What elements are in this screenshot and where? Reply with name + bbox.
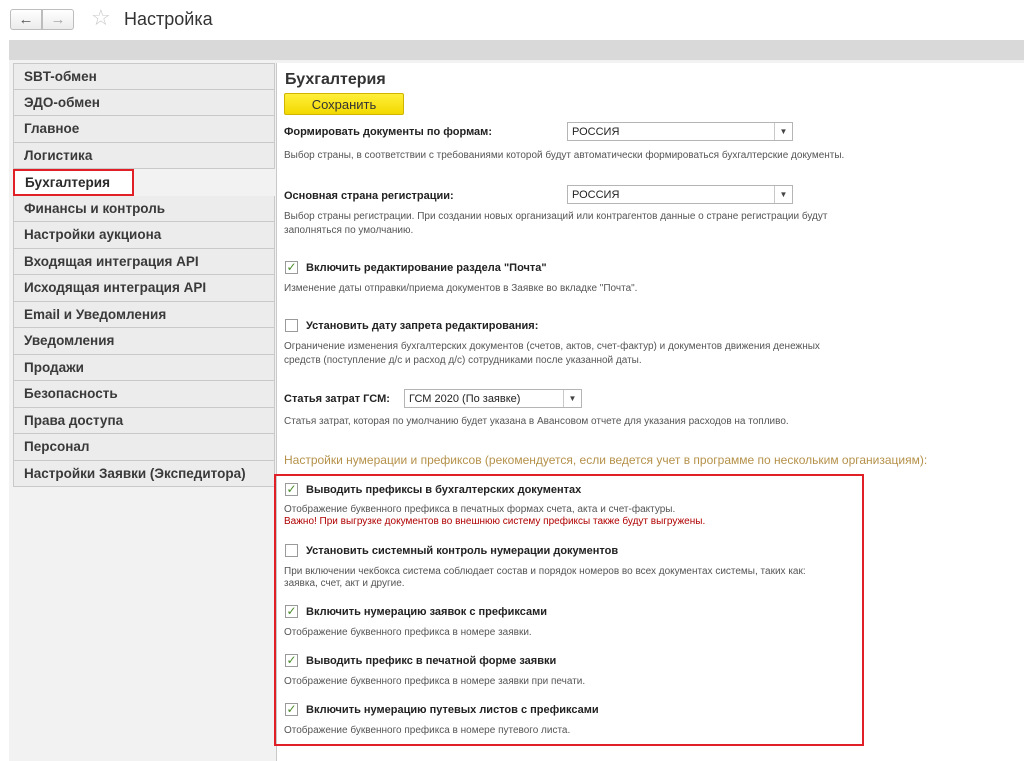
fuel-cost-hint: Статья затрат, которая по умолчанию буде… — [284, 416, 789, 427]
sys-control-label: Установить системный контроль нумерации … — [306, 545, 619, 557]
prefix-docs-label: Выводить префиксы в бухгалтерских докуме… — [306, 484, 582, 496]
dropdown-arrow-icon[interactable]: ▼ — [563, 390, 581, 407]
sidebar-item-main[interactable]: Главное — [13, 116, 275, 143]
reg-country-value: РОССИЯ — [572, 188, 620, 201]
sidebar-item-personnel[interactable]: Персонал — [13, 434, 275, 461]
sidebar-item-edo-exchange[interactable]: ЭДО-обмен — [13, 89, 275, 116]
sidebar-item-access-rights[interactable]: Права доступа — [13, 407, 275, 434]
sidebar-item-request-settings[interactable]: Настройки Заявки (Экспедитора) — [13, 460, 275, 487]
request-prefix-label: Включить нумерацию заявок с префиксами — [306, 606, 548, 618]
print-prefix-label: Выводить префикс в печатной форме заявки — [306, 655, 557, 667]
sidebar-item-logistics[interactable]: Логистика — [13, 142, 275, 169]
checkmark-icon: ✓ — [286, 653, 297, 667]
sidebar-item-security[interactable]: Безопасность — [13, 381, 275, 408]
sidebar-item-notifications[interactable]: Уведомления — [13, 328, 275, 355]
print-prefix-hint: Отображение буквенного префикса в номере… — [284, 676, 586, 687]
sidebar-item-auction-settings[interactable]: Настройки аукциона — [13, 222, 275, 249]
page-title: Бухгалтерия — [285, 71, 386, 88]
reg-country-select[interactable]: РОССИЯ ▼ — [567, 185, 793, 204]
sidebar-item-sales[interactable]: Продажи — [13, 354, 275, 381]
mail-edit-label: Включить редактирование раздела "Почта" — [306, 262, 547, 274]
settings-sidebar: SBT-обмен ЭДО-обмен Главное Логистика Бу… — [13, 63, 275, 487]
numbering-section-title: Настройки нумерации и префиксов (рекомен… — [284, 453, 928, 467]
sidebar-item-outgoing-api[interactable]: Исходящая интеграция API — [13, 275, 275, 302]
sidebar-item-email-notifications[interactable]: Email и Уведомления — [13, 301, 275, 328]
checkmark-icon: ✓ — [286, 260, 297, 274]
sys-control-checkbox[interactable] — [285, 544, 298, 557]
edit-ban-checkbox[interactable] — [285, 319, 298, 332]
form-docs-select[interactable]: РОССИЯ ▼ — [567, 122, 793, 141]
sidebar-item-incoming-api[interactable]: Входящая интеграция API — [13, 248, 275, 275]
request-prefix-hint: Отображение буквенного префикса в номере… — [284, 627, 532, 638]
fuel-cost-select[interactable]: ГСМ 2020 (По заявке) ▼ — [404, 389, 582, 408]
form-docs-label: Формировать документы по формам: — [284, 126, 492, 138]
sidebar-item-sbt-exchange[interactable]: SBT-обмен — [13, 63, 275, 90]
dropdown-arrow-icon[interactable]: ▼ — [774, 186, 792, 203]
checkmark-icon: ✓ — [286, 702, 297, 716]
settings-content: Бухгалтерия Сохранить Формировать докуме… — [274, 63, 1024, 761]
reg-country-hint-line1: Выбор страны регистрации. При создании н… — [284, 211, 828, 222]
waybill-prefix-checkbox[interactable]: ✓ — [285, 703, 298, 716]
mail-edit-checkbox[interactable]: ✓ — [285, 261, 298, 274]
fuel-cost-label: Статья затрат ГСМ: — [284, 393, 390, 405]
form-docs-hint: Выбор страны, в соответствии с требовани… — [284, 150, 845, 161]
window-title: Настройка — [124, 9, 213, 29]
save-button[interactable]: Сохранить — [284, 93, 404, 115]
back-button[interactable]: ← — [10, 9, 42, 30]
waybill-prefix-label: Включить нумерацию путевых листов с преф… — [306, 704, 599, 716]
fuel-cost-value: ГСМ 2020 (По заявке) — [409, 392, 521, 405]
forward-button[interactable]: → — [42, 9, 74, 30]
edit-ban-hint-line2: средств (поступление д/с и расход д/с) с… — [284, 355, 642, 366]
dropdown-arrow-icon[interactable]: ▼ — [774, 123, 792, 140]
edit-ban-label: Установить дату запрета редактирования: — [306, 320, 539, 332]
sidebar-item-finance-control[interactable]: Финансы и контроль — [13, 195, 275, 222]
window-toolbar: ← → ☆ Настройка — [0, 0, 1024, 40]
arrow-right-icon: → — [50, 11, 66, 28]
sys-control-hint-line2: заявка, счет, акт и другие. — [284, 578, 405, 589]
command-bar — [9, 40, 1024, 60]
edit-ban-hint-line1: Ограничение изменения бухгалтерских доку… — [284, 341, 820, 352]
checkmark-icon: ✓ — [286, 604, 297, 618]
mail-edit-hint: Изменение даты отправки/приема документо… — [284, 283, 638, 294]
reg-country-label: Основная страна регистрации: — [284, 190, 454, 202]
arrow-left-icon: ← — [18, 11, 34, 28]
reg-country-hint-line2: заполняться по умолчанию. — [284, 225, 414, 236]
waybill-prefix-hint: Отображение буквенного префикса в номере… — [284, 725, 571, 736]
prefix-docs-warning: Важно! При выгрузке документов во внешню… — [284, 516, 706, 527]
print-prefix-checkbox[interactable]: ✓ — [285, 654, 298, 667]
checkmark-icon: ✓ — [286, 482, 297, 496]
favorite-star-icon[interactable]: ☆ — [91, 7, 111, 29]
form-docs-value: РОССИЯ — [572, 125, 620, 138]
prefix-docs-checkbox[interactable]: ✓ — [285, 483, 298, 496]
sidebar-item-accounting[interactable]: Бухгалтерия — [13, 169, 134, 196]
request-prefix-checkbox[interactable]: ✓ — [285, 605, 298, 618]
